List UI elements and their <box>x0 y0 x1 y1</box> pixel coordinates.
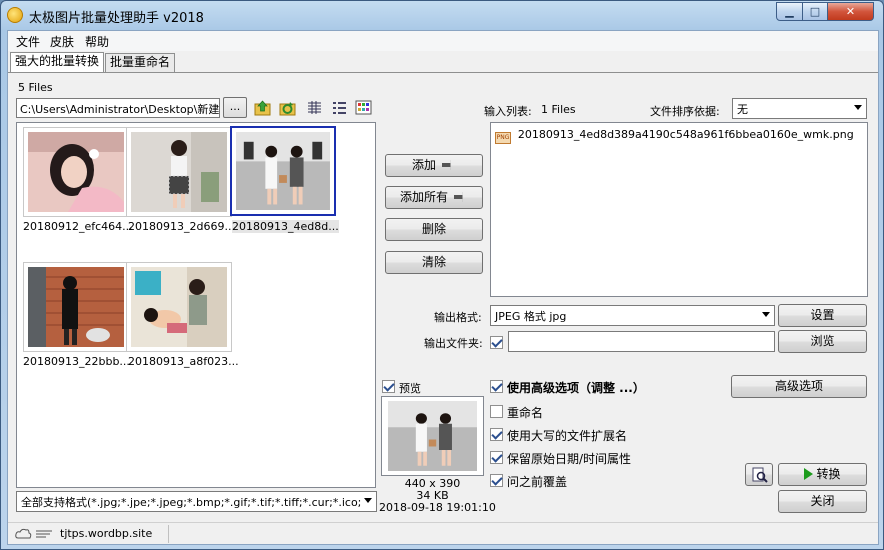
sort-by-value: 无 <box>737 103 748 116</box>
photo-thumbnail-icon <box>131 267 227 347</box>
arrow-right-icon <box>442 160 456 170</box>
photo-thumbnail-icon <box>28 132 124 212</box>
thumbnail-filename: 20180913_22bbb... <box>23 355 130 368</box>
uppercase-extension-label: 使用大写的文件扩展名 <box>507 429 628 443</box>
add-all-button[interactable]: 添加所有 <box>385 186 483 209</box>
advanced-options-button[interactable]: 高级选项 <box>731 375 867 398</box>
thumbnail-filename: 20180913_a8f023... <box>128 355 239 368</box>
cloud-icon <box>15 528 52 539</box>
rename-checkbox[interactable] <box>490 405 503 418</box>
browse-button[interactable]: 浏览 <box>778 330 867 353</box>
file-count: 5 Files <box>18 81 53 94</box>
clear-button[interactable]: 清除 <box>385 251 483 274</box>
status-bar: tjtps.wordbp.site <box>8 522 878 544</box>
status-site: tjtps.wordbp.site <box>60 527 153 540</box>
window-title: 太极图片批量处理助手 v2018 <box>29 11 204 26</box>
close-window-button[interactable]: ✕ <box>827 2 874 21</box>
input-file-name: 20180913_4ed8d389a4190c548a961f6bbea0160… <box>517 128 854 141</box>
input-list-label: 输入列表: <box>484 105 532 118</box>
folder-path-input[interactable]: C:\Users\Administrator\Desktop\新建文件夹 <box>16 98 220 118</box>
maximize-button[interactable]: □ <box>802 2 828 21</box>
folder-browse-button[interactable]: ... <box>223 97 247 118</box>
status-divider <box>168 525 169 543</box>
list-item[interactable]: PNG 20180913_4ed8d389a4190c548a961f6bbea… <box>495 127 854 144</box>
settings-button[interactable]: 设置 <box>778 304 867 327</box>
keep-date-label: 保留原始日期/时间属性 <box>507 452 632 466</box>
thumbnail-filename: 20180912_efc464... <box>23 220 133 233</box>
detail-view-icon[interactable] <box>331 99 348 116</box>
title-bar[interactable]: 太极图片批量处理助手 v2018 ▁ □ ✕ <box>1 1 883 30</box>
input-file-list[interactable]: PNG 20180913_4ed8d389a4190c548a961f6bbea… <box>490 122 868 297</box>
rename-label: 重命名 <box>507 406 544 420</box>
tab-divider <box>8 72 878 73</box>
add-button-label: 添加 <box>411 158 436 172</box>
thumbnail-item-selected[interactable] <box>230 126 336 216</box>
overwrite-checkbox[interactable] <box>490 474 503 487</box>
preview-checkbox[interactable] <box>382 380 395 393</box>
menu-help[interactable]: 帮助 <box>85 33 109 50</box>
add-button[interactable]: 添加 <box>385 154 483 177</box>
photo-thumbnail-icon <box>131 132 227 212</box>
sort-by-select[interactable]: 无 <box>732 98 867 119</box>
png-file-icon: PNG <box>495 132 511 144</box>
file-type-filter-select[interactable]: 全部支持格式(*.jpg;*.jpe;*.jpeg;*.bmp;*.gif;*.… <box>16 491 377 512</box>
menu-file[interactable]: 文件 <box>16 33 40 50</box>
magnifier-icon <box>752 467 768 483</box>
refresh-icon[interactable] <box>279 99 296 116</box>
output-format-label: 输出格式: <box>434 311 482 324</box>
output-folder-checkbox[interactable] <box>490 336 503 349</box>
overwrite-label: 问之前覆盖 <box>507 475 568 489</box>
convert-button[interactable]: 转换 <box>778 463 867 486</box>
keep-date-checkbox[interactable] <box>490 451 503 464</box>
preview-label: 预览 <box>399 382 421 395</box>
up-folder-icon[interactable] <box>254 99 271 116</box>
app-window: 太极图片批量处理助手 v2018 ▁ □ ✕ 文件 皮肤 帮助 强大的批量转换 … <box>0 0 884 550</box>
file-type-filter-value: 全部支持格式(*.jpg;*.jpe;*.jpeg;*.bmp;*.gif;*.… <box>21 496 362 509</box>
convert-button-label: 转换 <box>816 467 841 481</box>
output-format-value: JPEG 格式 jpg <box>495 310 567 323</box>
chevron-down-icon <box>854 105 862 110</box>
chevron-down-icon <box>762 312 770 317</box>
arrow-right-icon <box>454 192 468 202</box>
client-area: 文件 皮肤 帮助 强大的批量转换 批量重命名 5 Files C:\Users\… <box>7 30 879 545</box>
photo-thumbnail-icon <box>28 267 124 347</box>
sort-by-label: 文件排序依据: <box>650 105 720 118</box>
preview-image <box>381 396 484 476</box>
file-thumbnail-panel[interactable]: 20180912_efc464... 20180913_2d669... 201… <box>16 122 376 488</box>
output-folder-input[interactable] <box>508 331 775 352</box>
menu-skin[interactable]: 皮肤 <box>50 33 74 50</box>
chevron-down-icon <box>364 498 372 503</box>
preview-zoom-button[interactable] <box>745 463 773 486</box>
preview-date: 2018-09-18 19:01:10 <box>379 501 496 514</box>
photo-thumbnail-icon <box>236 132 330 211</box>
tab-batch-convert[interactable]: 强大的批量转换 <box>10 52 105 73</box>
add-all-button-label: 添加所有 <box>399 190 448 204</box>
minimize-button[interactable]: ▁ <box>776 2 803 21</box>
delete-button[interactable]: 删除 <box>385 218 483 241</box>
thumbnail-item[interactable] <box>23 127 129 217</box>
advanced-options-label: 使用高级选项（调整 ...） <box>507 381 645 395</box>
tab-batch-rename[interactable]: 批量重命名 <box>105 53 176 72</box>
thumbnail-item[interactable] <box>126 127 232 217</box>
thumbnail-view-icon[interactable] <box>355 99 372 116</box>
input-list-count: 1 Files <box>541 103 576 116</box>
thumbnail-item[interactable] <box>126 262 232 352</box>
output-folder-label: 输出文件夹: <box>424 337 483 350</box>
thumbnail-filename: 20180913_4ed8d... <box>232 220 339 233</box>
thumbnail-filename: 20180913_2d669... <box>128 220 235 233</box>
preview-photo-icon <box>388 401 477 471</box>
uppercase-extension-checkbox[interactable] <box>490 428 503 441</box>
close-button[interactable]: 关闭 <box>778 490 867 513</box>
thumbnail-item[interactable] <box>23 262 129 352</box>
output-format-select[interactable]: JPEG 格式 jpg <box>490 305 775 326</box>
advanced-options-checkbox[interactable] <box>490 380 503 393</box>
list-view-icon[interactable] <box>306 99 323 116</box>
app-logo-icon <box>7 7 23 23</box>
menu-bar: 文件 皮肤 帮助 <box>8 31 878 51</box>
play-icon <box>804 468 814 480</box>
